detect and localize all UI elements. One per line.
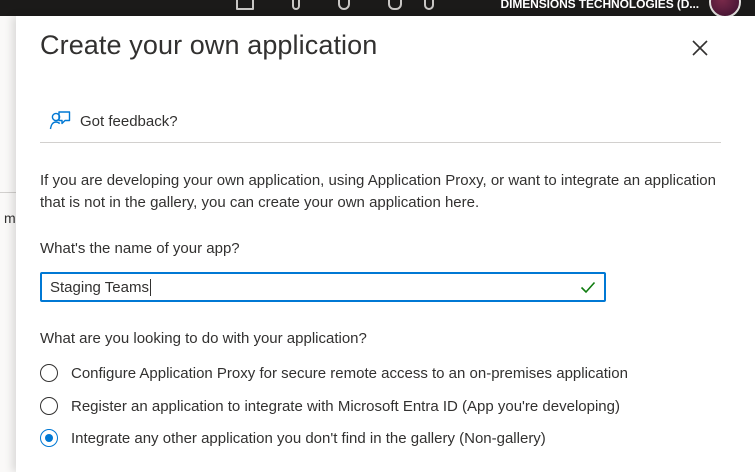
description: If you are developing your own applicati… bbox=[40, 172, 716, 211]
option-register-app[interactable]: Register an application to integrate wit… bbox=[40, 395, 620, 417]
feedback-label: Got feedback? bbox=[80, 112, 178, 130]
option-non-gallery[interactable]: Integrate any other application you don'… bbox=[40, 427, 546, 449]
option-label: Configure Application Proxy for secure r… bbox=[71, 364, 628, 382]
tenant-name[interactable]: DIMENSIONS TECHNOLOGIES (D... bbox=[501, 0, 700, 11]
panel-title: Create your own application bbox=[40, 30, 378, 60]
app-name-value: Staging Teams bbox=[50, 278, 149, 296]
background-divider bbox=[0, 192, 16, 193]
radio-button-selected[interactable] bbox=[40, 429, 58, 447]
settings-icon[interactable] bbox=[338, 0, 350, 10]
top-nav-bar: DIMENSIONS TECHNOLOGIES (D... bbox=[0, 0, 755, 16]
support-icon[interactable] bbox=[424, 0, 434, 10]
feedback-icon bbox=[49, 111, 71, 130]
help-icon[interactable] bbox=[388, 0, 402, 10]
checkmark-icon bbox=[580, 281, 596, 294]
background-text: m bbox=[4, 210, 16, 226]
purpose-label: What are you looking to do with your app… bbox=[40, 330, 367, 347]
text-cursor bbox=[149, 278, 151, 296]
radio-button[interactable] bbox=[40, 397, 58, 415]
close-icon bbox=[692, 40, 708, 56]
background-blade: m bbox=[0, 16, 16, 472]
option-app-proxy[interactable]: Configure Application Proxy for secure r… bbox=[40, 362, 628, 384]
create-app-panel: Create your own application Got feedback… bbox=[16, 16, 755, 472]
close-button[interactable] bbox=[688, 36, 712, 60]
divider bbox=[40, 142, 721, 143]
option-label: Register an application to integrate wit… bbox=[71, 397, 620, 415]
avatar[interactable] bbox=[709, 0, 741, 16]
app-name-label: What's the name of your app? bbox=[40, 240, 240, 257]
feedback-button[interactable]: Got feedback? bbox=[49, 109, 178, 133]
app-name-input[interactable]: Staging Teams bbox=[40, 272, 606, 302]
notifications-icon[interactable] bbox=[292, 0, 300, 10]
radio-button[interactable] bbox=[40, 364, 58, 382]
option-label: Integrate any other application you don'… bbox=[71, 429, 546, 447]
portal-icon[interactable] bbox=[236, 0, 254, 10]
